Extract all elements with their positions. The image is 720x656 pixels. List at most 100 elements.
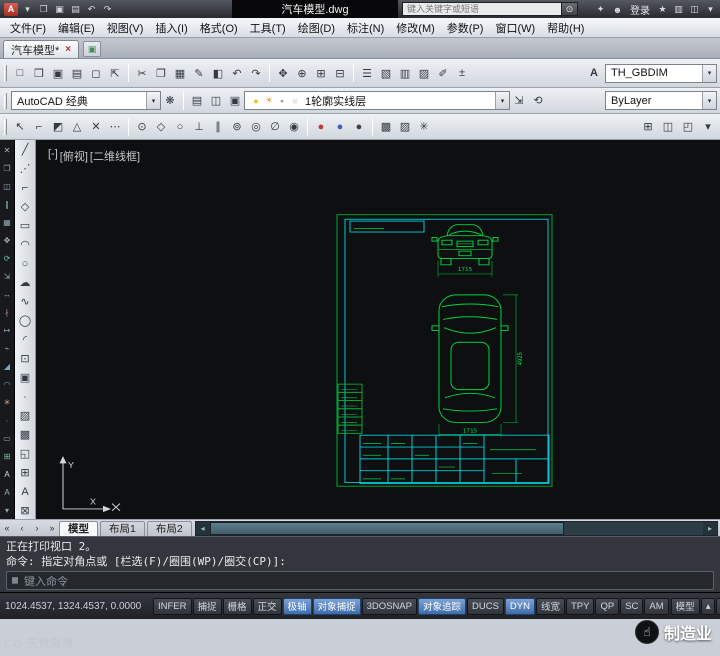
arc-tool[interactable]: ◠ xyxy=(16,236,34,253)
ducs-toggle[interactable]: DUCS xyxy=(467,597,504,615)
annotation-scale-icon[interactable]: ▴ xyxy=(700,597,716,615)
region-tool[interactable]: ◱ xyxy=(16,445,34,462)
tab-new-button[interactable]: ▣ xyxy=(83,41,102,57)
offset-tool[interactable]: ∥ xyxy=(1,196,13,213)
open-icon[interactable]: ❒ xyxy=(36,2,51,16)
block-tool[interactable]: ⊠ xyxy=(16,502,34,519)
insert-block-tool[interactable]: ⊡ xyxy=(16,350,34,367)
redo-icon[interactable]: ↷ xyxy=(100,2,115,16)
construction-line-tool[interactable]: ⋰ xyxy=(16,160,34,177)
exchange-icon[interactable]: ▥ xyxy=(671,3,686,17)
zoom-previous-button[interactable]: ⊟ xyxy=(331,64,349,82)
scroll-right-icon[interactable]: ▸ xyxy=(703,521,717,535)
stretch-tool[interactable]: ↔ xyxy=(1,286,13,303)
scroll-left-icon[interactable]: ◂ xyxy=(195,521,210,535)
save-icon[interactable]: ▣ xyxy=(52,2,67,16)
mtext-tool[interactable]: A xyxy=(16,483,34,500)
snap-intersection-button[interactable]: ✕ xyxy=(87,118,105,136)
make-block-tool[interactable]: ▣ xyxy=(16,369,34,386)
polyline-tool[interactable]: ⌐ xyxy=(16,179,34,196)
designcenter-button[interactable]: ▧ xyxy=(377,64,395,82)
spline-tool[interactable]: ∿ xyxy=(16,293,34,310)
erase-tool[interactable]: ✕ xyxy=(1,142,13,159)
shade-ball-dark-icon[interactable]: ● xyxy=(350,118,368,136)
table-tool[interactable]: ⊞ xyxy=(16,464,34,481)
plot-button[interactable]: ▤ xyxy=(68,64,86,82)
chevron-down-icon[interactable]: ▾ xyxy=(146,92,160,109)
toolbar-grip[interactable] xyxy=(4,65,7,81)
polygon-tool[interactable]: ◇ xyxy=(16,198,34,215)
toolbar-grip[interactable] xyxy=(4,118,7,135)
tab-first-button[interactable]: « xyxy=(0,521,14,536)
grid-strip-tool[interactable]: ⊞ xyxy=(1,448,13,465)
make-object-layer-current-button[interactable]: ⇲ xyxy=(510,92,528,110)
qat-dropdown-icon[interactable]: ▾ xyxy=(20,2,35,16)
lwt-toggle[interactable]: 线宽 xyxy=(535,597,565,615)
point-tool[interactable]: ∙ xyxy=(16,388,34,405)
publish-button[interactable]: ⇱ xyxy=(106,64,124,82)
chevron-down-icon[interactable]: ▾ xyxy=(702,92,716,109)
shade-ball-blue-icon[interactable]: ● xyxy=(331,118,349,136)
chamfer-tool[interactable]: ◢ xyxy=(1,358,13,375)
ellipse-arc-tool[interactable]: ◜ xyxy=(16,331,34,348)
named-views-button[interactable]: ◫ xyxy=(659,118,677,136)
color-combo[interactable]: ByLayer ▾ xyxy=(605,91,717,110)
plot-preview-button[interactable]: ◻ xyxy=(87,64,105,82)
tab-layout1[interactable]: 布局1 xyxy=(100,520,145,536)
quickcalc-button[interactable]: ± xyxy=(453,64,471,82)
scale-tool[interactable]: ⇲ xyxy=(1,268,13,285)
snap-toggle[interactable]: 捕捉 xyxy=(192,597,222,615)
menu-file[interactable]: 文件(F) xyxy=(4,18,52,37)
tab-layout2[interactable]: 布局2 xyxy=(146,520,192,536)
save-button[interactable]: ▣ xyxy=(49,64,67,82)
layer-properties-button[interactable]: ▤ xyxy=(188,92,206,110)
snap-perpendicular-button[interactable]: ⊥ xyxy=(190,118,208,136)
chevron-down-icon[interactable]: ▾ xyxy=(495,92,509,109)
fillet-tool[interactable]: ◠ xyxy=(1,376,13,393)
plot-icon[interactable]: ▤ xyxy=(68,2,83,16)
zoom-realtime-button[interactable]: ⊕ xyxy=(293,64,311,82)
chevron-down-icon[interactable]: ▾ xyxy=(702,64,716,82)
properties-button[interactable]: ☰ xyxy=(358,64,376,82)
paste-button[interactable]: ▦ xyxy=(171,64,189,82)
horizontal-scrollbar[interactable]: ◂ ▸ xyxy=(194,520,718,536)
strip-more-icon[interactable]: ▾ xyxy=(1,502,13,519)
app-logo-icon[interactable]: A xyxy=(4,2,18,16)
snap-tangent-button[interactable]: ○ xyxy=(171,118,189,136)
open-button[interactable]: ❒ xyxy=(30,64,48,82)
extend-tool[interactable]: ↦ xyxy=(1,322,13,339)
render-button[interactable]: ▩ xyxy=(377,118,395,136)
drawing-canvas[interactable]: [-] [俯视] [二维线框] 1715 4925 1715 Y X xyxy=(36,140,720,519)
snap-temporary-track-button[interactable]: ↖ xyxy=(11,118,29,136)
panel-icon[interactable]: ◫ xyxy=(687,3,702,17)
viewport-view-control[interactable]: [俯视] xyxy=(60,148,88,164)
tpy-toggle[interactable]: TPY xyxy=(566,597,595,615)
undo-icon[interactable]: ↶ xyxy=(84,2,99,16)
line-tool[interactable]: ╱ xyxy=(16,141,34,158)
toolbar-overflow-icon[interactable]: ▾ xyxy=(699,118,717,136)
menu-format[interactable]: 格式(O) xyxy=(194,18,244,37)
command-input[interactable]: ▦ 键入命令 xyxy=(6,571,714,590)
layer-previous-button[interactable]: ⟲ xyxy=(529,92,547,110)
match-properties-button[interactable]: ✎ xyxy=(190,64,208,82)
toolbar-grip[interactable] xyxy=(4,92,7,109)
rotate-tool[interactable]: ⟳ xyxy=(1,250,13,267)
dim-style-combo[interactable]: TH_GBDIM ▾ xyxy=(605,63,717,83)
explode-tool[interactable]: ✳ xyxy=(1,394,13,411)
circle-tool[interactable]: ○ xyxy=(16,255,34,272)
menu-edit[interactable]: 编辑(E) xyxy=(52,18,101,37)
menu-window[interactable]: 窗口(W) xyxy=(489,18,541,37)
snap-midpoint-button[interactable]: △ xyxy=(68,118,86,136)
menu-tools[interactable]: 工具(T) xyxy=(244,18,292,37)
menu-view[interactable]: 视图(V) xyxy=(101,18,150,37)
pan-button[interactable]: ✥ xyxy=(274,64,292,82)
close-icon[interactable]: × xyxy=(65,44,71,55)
block-editor-button[interactable]: ◧ xyxy=(209,64,227,82)
snap-none-button[interactable]: ∅ xyxy=(266,118,284,136)
layer-states-button[interactable]: ◫ xyxy=(207,92,225,110)
communication-center-icon[interactable]: ✦ xyxy=(593,3,608,17)
rectangle-tool[interactable]: ▭ xyxy=(16,217,34,234)
login-link[interactable]: 登录 xyxy=(630,2,650,17)
menu-dimension[interactable]: 标注(N) xyxy=(341,18,390,37)
revcloud-tool[interactable]: ☁ xyxy=(16,274,34,291)
